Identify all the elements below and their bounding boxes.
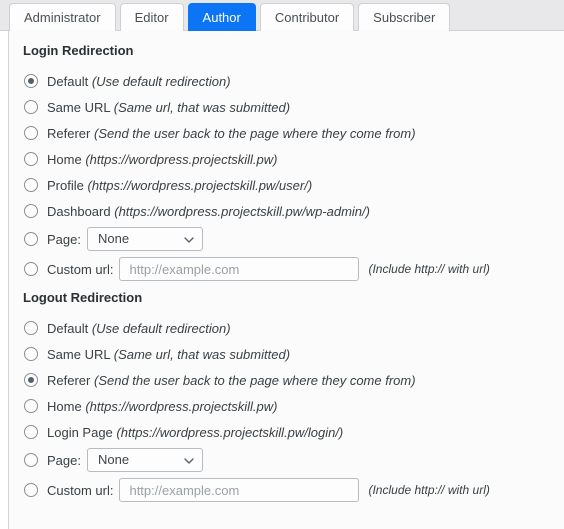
option-hint: (Use default redirection) xyxy=(91,320,231,336)
logout-option-home-label: Home (https://wordpress.projectskill.pw) xyxy=(47,399,277,414)
radio-logout-page[interactable] xyxy=(24,453,38,467)
option-hint: (https://wordpress.projectskill.pw) xyxy=(85,398,278,414)
login-option-profile[interactable]: Profile (https://wordpress.projectskill.… xyxy=(9,172,564,198)
option-hint: (Same url, that was submitted) xyxy=(113,99,291,115)
login-redirection-heading: Login Redirection xyxy=(23,43,134,58)
logout-option-same-url-label: Same URL (Same url, that was submitted) xyxy=(47,347,290,362)
tab-editor[interactable]: Editor xyxy=(119,3,184,31)
tab-author[interactable]: Author xyxy=(187,3,256,31)
option-hint: (https://wordpress.projectskill.pw) xyxy=(85,151,278,167)
logout-option-login-page[interactable]: Login Page (https://wordpress.projectski… xyxy=(9,419,564,445)
chevron-down-icon xyxy=(184,235,194,244)
logout-option-default[interactable]: Default (Use default redirection) xyxy=(9,315,564,341)
chevron-down-icon xyxy=(184,456,194,465)
tab-label: Administrator xyxy=(24,10,101,25)
logout-custom-url-input[interactable] xyxy=(119,478,360,502)
tab-label: Subscriber xyxy=(373,10,436,25)
tab-contributor[interactable]: Contributor xyxy=(259,3,355,31)
logout-custom-url-label: Custom url: xyxy=(47,482,114,498)
radio-logout-home[interactable] xyxy=(24,399,38,413)
radio-login-custom-url[interactable] xyxy=(24,262,38,276)
tab-administrator[interactable]: Administrator xyxy=(9,3,116,31)
login-custom-url-label: Custom url: xyxy=(47,261,114,277)
option-name: Login Page xyxy=(47,424,113,440)
radio-login-referer[interactable] xyxy=(24,126,38,140)
radio-logout-same-url[interactable] xyxy=(24,347,38,361)
radio-logout-default[interactable] xyxy=(24,321,38,335)
logout-redirection-options: Default (Use default redirection) Same U… xyxy=(9,315,564,505)
option-name: Default xyxy=(47,73,89,89)
login-option-dashboard-label: Dashboard (https://wordpress.projectskil… xyxy=(47,204,370,219)
logout-option-page[interactable]: Page: None xyxy=(9,445,564,475)
tab-subscriber[interactable]: Subscriber xyxy=(358,3,451,31)
login-custom-url-hint: (Include http:// with url) xyxy=(368,262,490,276)
option-hint: (Send the user back to the page where th… xyxy=(93,372,416,388)
logout-option-referer[interactable]: Referer (Send the user back to the page … xyxy=(9,367,564,393)
option-hint: (https://wordpress.projectskill.pw/user/… xyxy=(87,177,313,193)
radio-login-dashboard[interactable] xyxy=(24,204,38,218)
option-name: Home xyxy=(47,398,82,414)
option-name: Default xyxy=(47,320,89,336)
tab-label: Editor xyxy=(134,10,169,25)
logout-option-login-page-label: Login Page (https://wordpress.projectski… xyxy=(47,425,343,440)
role-tabs: Administrator Editor Author Contributor … xyxy=(0,0,564,31)
author-settings-panel: Login Redirection Default (Use default r… xyxy=(8,31,564,529)
option-name: Same URL xyxy=(47,99,111,115)
radio-login-same-url[interactable] xyxy=(24,100,38,114)
radio-logout-custom-url[interactable] xyxy=(24,483,38,497)
login-option-profile-label: Profile (https://wordpress.projectskill.… xyxy=(47,178,312,193)
radio-logout-referer[interactable] xyxy=(24,373,38,387)
tab-label: Contributor xyxy=(274,10,340,25)
login-page-select-value: None xyxy=(97,231,130,246)
login-option-default[interactable]: Default (Use default redirection) xyxy=(9,68,564,94)
radio-login-page[interactable] xyxy=(24,232,38,246)
login-option-page[interactable]: Page: None xyxy=(9,224,564,254)
tab-label: Author xyxy=(202,10,241,25)
logout-page-label: Page: xyxy=(47,452,81,468)
login-option-referer-label: Referer (Send the user back to the page … xyxy=(47,126,416,141)
radio-login-default[interactable] xyxy=(24,74,38,88)
login-option-default-label: Default (Use default redirection) xyxy=(47,74,231,89)
option-name: Profile xyxy=(47,177,84,193)
logout-option-custom-url[interactable]: Custom url: (Include http:// with url) xyxy=(9,475,564,505)
radio-logout-login-page[interactable] xyxy=(24,425,38,439)
login-option-same-url-label: Same URL (Same url, that was submitted) xyxy=(47,100,290,115)
login-page-label: Page: xyxy=(47,231,81,247)
login-option-same-url[interactable]: Same URL (Same url, that was submitted) xyxy=(9,94,564,120)
login-option-referer[interactable]: Referer (Send the user back to the page … xyxy=(9,120,564,146)
radio-login-home[interactable] xyxy=(24,152,38,166)
logout-custom-url-hint: (Include http:// with url) xyxy=(368,483,490,497)
option-hint: (Same url, that was submitted) xyxy=(113,346,291,362)
option-name: Same URL xyxy=(47,346,111,362)
radio-login-profile[interactable] xyxy=(24,178,38,192)
login-option-custom-url[interactable]: Custom url: (Include http:// with url) xyxy=(9,254,564,284)
option-name: Dashboard xyxy=(47,203,111,219)
logout-option-referer-label: Referer (Send the user back to the page … xyxy=(47,373,416,388)
login-redirection-options: Default (Use default redirection) Same U… xyxy=(9,68,564,284)
option-hint: (Send the user back to the page where th… xyxy=(93,125,416,141)
option-hint: (https://wordpress.projectskill.pw/login… xyxy=(116,424,344,440)
option-name: Referer xyxy=(47,372,91,388)
option-hint: (Use default redirection) xyxy=(91,73,231,89)
login-option-dashboard[interactable]: Dashboard (https://wordpress.projectskil… xyxy=(9,198,564,224)
logout-page-select[interactable]: None xyxy=(86,448,203,472)
logout-redirection-heading: Logout Redirection xyxy=(23,290,143,305)
login-option-home-label: Home (https://wordpress.projectskill.pw) xyxy=(47,152,277,167)
option-hint: (https://wordpress.projectskill.pw/wp-ad… xyxy=(114,203,370,219)
login-custom-url-input[interactable] xyxy=(119,257,360,281)
logout-option-home[interactable]: Home (https://wordpress.projectskill.pw) xyxy=(9,393,564,419)
login-option-home[interactable]: Home (https://wordpress.projectskill.pw) xyxy=(9,146,564,172)
option-name: Referer xyxy=(47,125,91,141)
option-name: Home xyxy=(47,151,82,167)
logout-page-select-value: None xyxy=(97,452,130,467)
login-page-select[interactable]: None xyxy=(86,227,203,251)
logout-option-same-url[interactable]: Same URL (Same url, that was submitted) xyxy=(9,341,564,367)
logout-option-default-label: Default (Use default redirection) xyxy=(47,321,231,336)
